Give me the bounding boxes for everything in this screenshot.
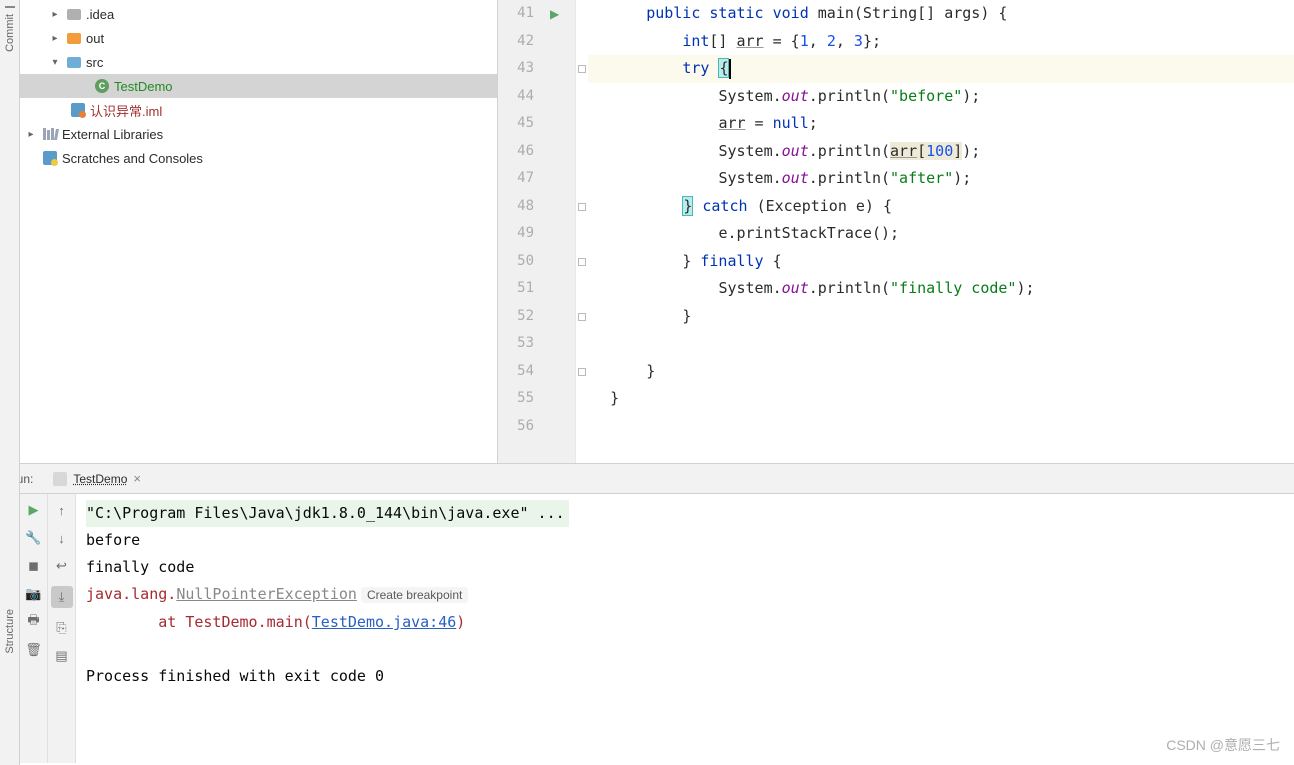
close-icon[interactable]: × <box>133 471 141 486</box>
watermark: CSDN @意愿三七 <box>1166 735 1280 755</box>
library-icon <box>43 128 57 140</box>
wrench-icon[interactable]: 🔧 <box>26 530 42 546</box>
tree-file-testdemo[interactable]: C TestDemo <box>20 74 497 98</box>
exit-code-line: Process finished with exit code 0 <box>86 663 1284 690</box>
chevron-right-icon[interactable]: ▸ <box>48 9 62 20</box>
trash-icon[interactable]: 🗑 <box>26 642 42 658</box>
exit-icon[interactable]: ⎘ <box>54 620 70 636</box>
rerun-icon[interactable]: ▶ <box>26 502 42 518</box>
project-tree[interactable]: ▸ .idea ▸ out ▾ src C TestDemo 认识异常.iml … <box>20 0 498 463</box>
tab-icon <box>53 472 67 486</box>
structure-tool-tab[interactable]: Structure <box>4 603 16 660</box>
fold-gutter <box>576 0 588 463</box>
stack-trace-line: at TestDemo.main(TestDemo.java:46) <box>86 609 1284 636</box>
fold-marker-icon[interactable] <box>578 313 586 321</box>
tree-external-libraries[interactable]: ▸ External Libraries <box>20 122 497 146</box>
exception-link[interactable]: NullPointerException <box>176 585 357 603</box>
folder-icon <box>67 33 81 44</box>
scroll-to-end-icon[interactable]: ⤓ <box>51 586 73 608</box>
chevron-right-icon[interactable]: ▸ <box>48 33 62 44</box>
tree-folder-src[interactable]: ▾ src <box>20 50 497 74</box>
left-vertical-toolbar-bottom: Structure <box>0 463 20 765</box>
run-toolbar-secondary: ↑ ↓ ↩ ⤓ ⎘ ▤ <box>48 494 76 763</box>
run-header: Run: TestDemo × <box>0 464 1294 494</box>
soft-wrap-icon[interactable]: ↩ <box>54 558 70 574</box>
run-toolbar-primary: ▶ 🔧 ◼ 📷 🖶 🗑 <box>20 494 48 763</box>
class-icon: C <box>95 79 109 93</box>
exception-line: java.lang.NullPointerExceptionCreate bre… <box>86 581 1284 609</box>
console-command: "C:\Program Files\Java\jdk1.8.0_144\bin\… <box>86 500 569 527</box>
code-area[interactable]: public static void main(String[] args) {… <box>588 0 1294 463</box>
tree-scratches[interactable]: Scratches and Consoles <box>20 146 497 170</box>
commit-tool-tab[interactable]: Commit <box>4 8 16 58</box>
run-gutter-icon[interactable]: ▶ <box>550 7 559 21</box>
create-breakpoint-button[interactable]: Create breakpoint <box>361 587 468 603</box>
tree-folder-out[interactable]: ▸ out <box>20 26 497 50</box>
console-line: before <box>86 527 1284 554</box>
camera-icon[interactable]: 📷 <box>26 586 42 602</box>
arrow-up-icon[interactable]: ↑ <box>54 502 70 518</box>
stack-trace-link[interactable]: TestDemo.java:46 <box>312 613 457 631</box>
run-tab[interactable]: TestDemo × <box>45 464 149 493</box>
chevron-right-icon[interactable]: ▸ <box>24 129 38 140</box>
fold-marker-icon[interactable] <box>578 65 586 73</box>
module-icon <box>71 103 85 117</box>
gutter-icons: ▶ <box>542 0 576 463</box>
print-icon[interactable]: 🖶 <box>26 614 42 630</box>
text-caret <box>729 59 731 79</box>
run-tool-window: Run: TestDemo × Structure ▶ 🔧 ◼ 📷 🖶 🗑 ↑ … <box>0 463 1294 763</box>
scratches-icon <box>43 151 57 165</box>
console-line: finally code <box>86 554 1284 581</box>
layout-icon[interactable]: ▤ <box>54 648 70 664</box>
line-number-gutter: 41424344454647484950515253545556 <box>498 0 542 463</box>
console-output[interactable]: "C:\Program Files\Java\jdk1.8.0_144\bin\… <box>76 494 1294 763</box>
code-editor[interactable]: 41424344454647484950515253545556 ▶ publi… <box>498 0 1294 463</box>
arrow-down-icon[interactable]: ↓ <box>54 530 70 546</box>
folder-icon <box>67 9 81 20</box>
chevron-down-icon[interactable]: ▾ <box>48 57 62 68</box>
fold-marker-icon[interactable] <box>578 368 586 376</box>
tree-folder-idea[interactable]: ▸ .idea <box>20 2 497 26</box>
source-folder-icon <box>67 57 81 68</box>
fold-marker-icon[interactable] <box>578 258 586 266</box>
fold-marker-icon[interactable] <box>578 203 586 211</box>
tree-file-iml[interactable]: 认识异常.iml <box>20 98 497 122</box>
left-vertical-toolbar: Commit <box>0 0 20 463</box>
stop-icon[interactable]: ◼ <box>26 558 42 574</box>
